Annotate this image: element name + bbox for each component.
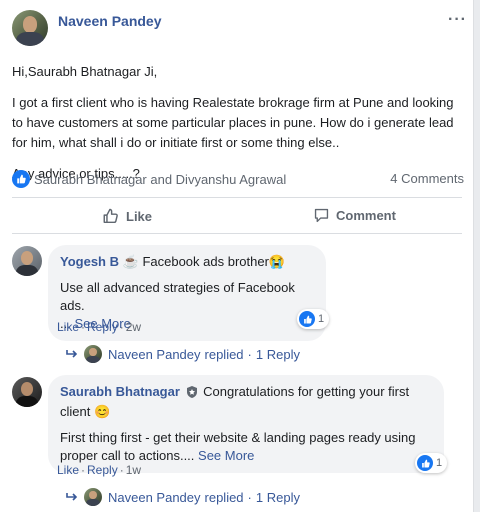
more-options-icon[interactable]: ···: [448, 11, 467, 29]
thumbs-up-icon: [103, 208, 118, 224]
post-author-name[interactable]: Naveen Pandey: [58, 13, 162, 29]
comment-text: Facebook ads brother😭: [142, 254, 286, 269]
coffee-badge-icon: ☕: [122, 254, 139, 269]
commenter-name[interactable]: Saurabh Bhatnagar: [60, 384, 180, 399]
comment-time[interactable]: 1w: [126, 463, 141, 477]
comment-bubble: Saurabh Bhatnagar Congratulations for ge…: [48, 375, 444, 473]
comment-like-link[interactable]: Like: [57, 463, 79, 477]
like-reaction-icon: [12, 170, 30, 188]
replier-name: Naveen Pandey: [108, 346, 201, 362]
comment-reaction-pill[interactable]: 1: [415, 453, 448, 473]
comment-meta: Like · Reply · 1w: [57, 463, 142, 477]
replier-avatar: [84, 345, 102, 363]
replier-avatar: [84, 488, 102, 506]
comments-count-link[interactable]: 4 Comments: [390, 171, 464, 186]
like-reaction-icon: [299, 311, 315, 327]
reaction-count: 1: [318, 313, 325, 325]
reaction-count: 1: [436, 457, 443, 469]
commenter-avatar[interactable]: [12, 246, 42, 276]
commenter-avatar[interactable]: [12, 377, 42, 407]
comment-button[interactable]: Comment: [313, 207, 396, 224]
replier-name: Naveen Pandey: [108, 489, 201, 505]
post-paragraph: Hi,Saurabh Bhatnagar Ji,: [12, 64, 158, 79]
comment-reaction-pill[interactable]: 1: [297, 309, 330, 329]
commenter-name[interactable]: Yogesh B: [60, 254, 119, 269]
comment-reply-link[interactable]: Reply: [87, 320, 118, 334]
post-author-avatar[interactable]: [12, 10, 48, 46]
reactors-names[interactable]: Saurabh Bhatnagar and Divyanshu Agrawal: [34, 172, 286, 187]
comment-body: First thing first - get their website & …: [60, 430, 416, 463]
reply-arrow-icon: [66, 489, 78, 505]
like-label: Like: [126, 208, 153, 224]
comment-reply-link[interactable]: Reply: [87, 463, 118, 477]
view-replies-link[interactable]: Naveen Pandey replied · 1 Reply: [66, 345, 300, 363]
view-replies-link[interactable]: Naveen Pandey replied · 1 Reply: [66, 488, 300, 506]
like-button[interactable]: Like: [102, 207, 152, 225]
comment-header: Yogesh B ☕ Facebook ads brother😭: [60, 253, 314, 271]
reply-count: 1 Reply: [255, 489, 300, 505]
reaction-summary[interactable]: Saurabh Bhatnagar and Divyanshu Agrawal: [12, 170, 286, 188]
like-reaction-icon: [417, 455, 433, 471]
comment-header: Saurabh Bhatnagar Congratulations for ge…: [60, 383, 432, 421]
divider: [12, 197, 462, 198]
reply-count: 1 Reply: [255, 346, 300, 362]
comment-like-link[interactable]: Like: [57, 320, 79, 334]
post-card: Naveen Pandey ··· Hi,Saurabh Bhatnagar J…: [0, 0, 474, 512]
see-more-link[interactable]: See More: [198, 448, 254, 463]
post-paragraph: I got a first client who is having Reale…: [12, 95, 454, 150]
admin-shield-icon: [186, 385, 198, 403]
divider: [12, 233, 462, 234]
comment-time[interactable]: 2w: [126, 320, 141, 334]
comment-meta: Like · Reply · 2w: [57, 320, 142, 334]
reply-arrow-icon: [66, 346, 78, 362]
comment-label: Comment: [336, 208, 396, 223]
comment-icon: [314, 208, 329, 223]
